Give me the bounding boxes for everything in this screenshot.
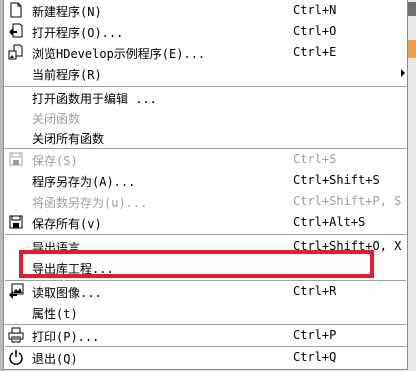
menu-item-read-image[interactable]: 读取图像... Ctrl+R	[4, 281, 407, 302]
menu-item-label: 将函数另存为(u)...	[32, 196, 148, 210]
menu-item-shortcut: Ctrl+Alt+S	[293, 215, 366, 229]
menu-item-label: 程序另存为(A)...	[32, 175, 136, 189]
save-all-icon	[8, 214, 24, 230]
menu-item-shortcut: Ctrl+O	[293, 24, 337, 38]
menu-item-shortcut: Ctrl+P	[293, 328, 337, 342]
menu-item-shortcut: Ctrl+Shift+P, S	[293, 194, 402, 208]
menu-item-save-program-as[interactable]: 程序另存为(A)... Ctrl+Shift+S	[4, 170, 407, 191]
open-program-icon	[8, 23, 24, 39]
menu-item-shortcut: Ctrl+R	[293, 284, 337, 298]
menu-item-label: 退出(Q)	[32, 352, 78, 366]
background-titlebar-fragment	[408, 2, 416, 16]
submenu-arrow-icon	[401, 69, 405, 77]
menu-separator	[5, 234, 406, 235]
file-menu: 新建程序(N) Ctrl+N 打开程序(O)... Ctrl+O 浏览HDeve…	[3, 0, 408, 370]
power-icon	[8, 349, 24, 365]
print-icon	[8, 327, 24, 343]
menu-item-label: 关闭函数	[32, 112, 81, 126]
menu-item-label: 保存(S)	[32, 154, 78, 168]
menu-item-save[interactable]: 保存(S) Ctrl+S	[4, 149, 407, 170]
background-window-right	[408, 0, 416, 371]
menu-item-label: 当前程序(R)	[32, 68, 102, 82]
menu-item-new-program[interactable]: 新建程序(N) Ctrl+N	[4, 0, 407, 21]
highlight-annotation-box	[19, 250, 374, 278]
menu-item-shortcut: Ctrl+Q	[293, 350, 337, 364]
menu-item-save-function-as[interactable]: 将函数另存为(u)... Ctrl+Shift+P, S	[4, 191, 407, 212]
menu-item-open-program[interactable]: 打开程序(O)... Ctrl+O	[4, 21, 407, 42]
menu-item-save-all[interactable]: 保存所有(v) Ctrl+Alt+S	[4, 212, 407, 233]
menu-item-label: 打开函数用于编辑 ...	[32, 92, 157, 106]
menu-item-close-all-functions[interactable]: 关闭所有函数	[4, 127, 407, 148]
menu-item-label: 浏览HDevelop示例程序(E)...	[32, 47, 206, 61]
menu-item-shortcut: Ctrl+N	[293, 3, 337, 17]
menu-item-current-program[interactable]: 当前程序(R)	[4, 63, 407, 84]
background-toolbar-fragment	[408, 40, 416, 58]
menu-item-properties[interactable]: 属性(t)	[4, 302, 407, 323]
menu-item-close-function[interactable]: 关闭函数	[4, 107, 407, 128]
menu-item-label: 打印(P)...	[32, 330, 100, 344]
save-icon	[8, 151, 24, 167]
menu-item-label: 新建程序(N)	[32, 5, 102, 19]
menu-item-open-function[interactable]: 打开函数用于编辑 ...	[4, 87, 407, 108]
menu-item-shortcut: Ctrl+E	[293, 45, 337, 59]
menu-item-exit[interactable]: 退出(Q) Ctrl+Q	[4, 347, 407, 368]
read-image-icon	[8, 283, 24, 299]
menu-item-browse-examples[interactable]: 浏览HDevelop示例程序(E)... Ctrl+E	[4, 42, 407, 63]
menu-item-label: 读取图像...	[32, 286, 102, 300]
menu-item-shortcut: Ctrl+Shift+S	[293, 173, 380, 187]
browse-examples-icon	[8, 44, 24, 60]
menu-item-label: 保存所有(v)	[32, 217, 102, 231]
new-file-icon	[8, 2, 24, 18]
menu-item-label: 打开程序(O)...	[32, 26, 124, 40]
menu-item-label: 属性(t)	[32, 307, 78, 321]
menu-item-print[interactable]: 打印(P)... Ctrl+P	[4, 325, 407, 346]
menu-item-label: 关闭所有函数	[32, 132, 105, 146]
menu-item-shortcut: Ctrl+S	[293, 152, 337, 166]
